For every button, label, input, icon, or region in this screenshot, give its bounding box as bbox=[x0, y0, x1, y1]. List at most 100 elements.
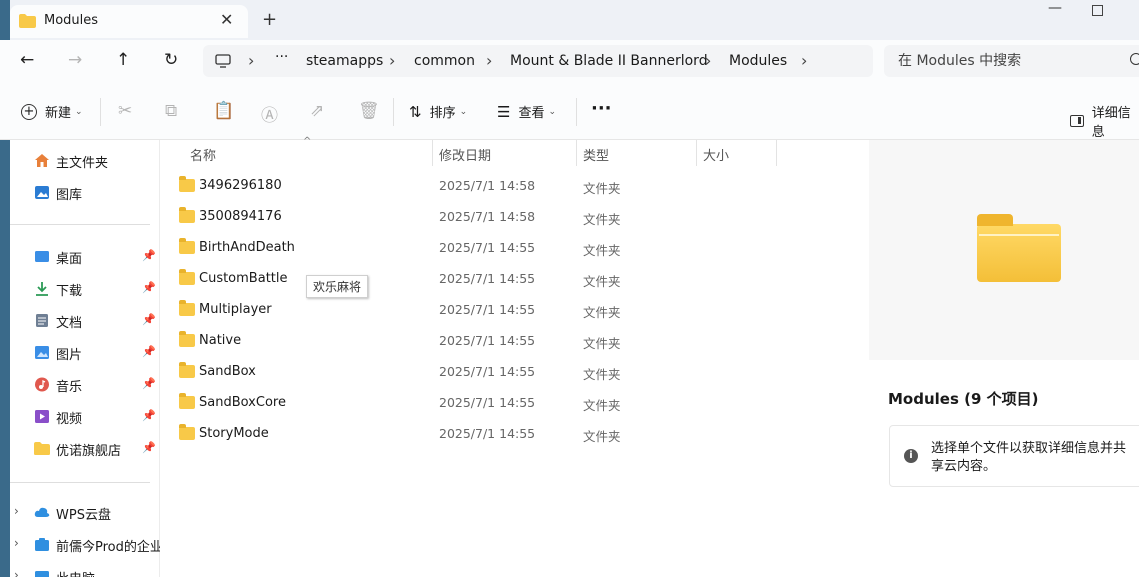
column-separator[interactable] bbox=[576, 140, 577, 166]
column-separator[interactable] bbox=[696, 140, 697, 166]
close-tab-icon[interactable]: ✕ bbox=[220, 10, 233, 29]
details-title: Modules (9 个项目) bbox=[888, 390, 1039, 408]
item-type: 文件夹 bbox=[583, 367, 621, 382]
sidebar-item-desktop[interactable]: 桌面 📌 bbox=[10, 244, 160, 270]
item-name: 3496296180 bbox=[199, 178, 282, 193]
chevron-right-icon: › bbox=[389, 51, 396, 70]
chevron-right-icon: › bbox=[486, 51, 493, 70]
breadcrumb[interactable]: › ··· steamapps › common › Mount & Blade… bbox=[203, 45, 873, 77]
video-icon bbox=[35, 410, 49, 423]
list-item[interactable]: 3500894176 2025/7/1 14:58 文件夹 bbox=[160, 202, 867, 233]
column-header-size[interactable]: 大小 bbox=[703, 145, 729, 164]
sidebar-item-wps-cloud[interactable]: › WPS云盘 bbox=[10, 500, 160, 526]
item-name: Multiplayer bbox=[199, 302, 272, 317]
rename-icon[interactable]: Ⓐ bbox=[261, 101, 278, 126]
folder-icon bbox=[179, 300, 195, 316]
list-item[interactable]: CustomBattle 2025/7/1 14:55 文件夹 bbox=[160, 264, 867, 295]
tab-modules[interactable]: Modules ✕ bbox=[10, 5, 248, 38]
navigation-pane: 主文件夹 图库 桌面 📌 下载 📌 文档 📌 图片 📌 音乐 📌 视频 📌 优诺… bbox=[10, 140, 163, 577]
list-item[interactable]: Multiplayer 2025/7/1 14:55 文件夹 bbox=[160, 295, 867, 326]
column-header-name[interactable]: 名称 ^ bbox=[160, 136, 432, 166]
item-date: 2025/7/1 14:55 bbox=[439, 364, 536, 379]
sidebar-item-label: WPS云盘 bbox=[56, 508, 111, 523]
folder-icon bbox=[179, 362, 195, 378]
item-name: 3500894176 bbox=[199, 209, 282, 224]
breadcrumb-common[interactable]: common bbox=[414, 53, 475, 69]
paste-icon[interactable]: 📋 bbox=[213, 101, 234, 121]
pictures-icon bbox=[35, 346, 49, 359]
desktop-icon bbox=[35, 251, 49, 262]
command-bar: + 新建 ⌄ ✂ ⧉ 📋 Ⓐ ⇗ 🗑 ⇅ 排序 ⌄ ☰ 查看 ⌄ ··· 详细信… bbox=[0, 84, 1139, 140]
item-date: 2025/7/1 14:58 bbox=[439, 209, 536, 224]
list-item[interactable]: StoryMode 2025/7/1 14:55 文件夹 bbox=[160, 419, 867, 450]
cut-icon[interactable]: ✂ bbox=[118, 101, 132, 121]
sidebar-item-documents[interactable]: 文档 📌 bbox=[10, 308, 160, 334]
forward-icon[interactable]: → bbox=[68, 50, 82, 70]
sidebar-item-this-pc[interactable]: › 此电脑 bbox=[10, 564, 160, 577]
sidebar-item-home[interactable]: 主文件夹 bbox=[10, 148, 160, 174]
item-name: StoryMode bbox=[199, 426, 269, 441]
folder-icon bbox=[179, 207, 195, 223]
breadcrumb-overflow[interactable]: ··· bbox=[275, 49, 288, 65]
share-icon[interactable]: ⇗ bbox=[310, 101, 324, 121]
sidebar-item-downloads[interactable]: 下载 📌 bbox=[10, 276, 160, 302]
new-button[interactable]: + 新建 ⌄ bbox=[21, 102, 83, 121]
details-pane: Modules (9 个项目) i 选择单个文件以获取详细信息并共享云内容。 bbox=[867, 140, 1139, 577]
maximize-icon[interactable] bbox=[1092, 5, 1103, 16]
item-type: 文件夹 bbox=[583, 305, 621, 320]
chevron-down-icon: ⌄ bbox=[548, 106, 557, 117]
delete-icon[interactable]: 🗑 bbox=[358, 101, 380, 121]
sidebar-item-videos[interactable]: 视频 📌 bbox=[10, 404, 160, 430]
chevron-right-icon[interactable]: › bbox=[14, 536, 19, 550]
copy-icon[interactable]: ⧉ bbox=[165, 101, 177, 121]
list-item[interactable]: Native 2025/7/1 14:55 文件夹 bbox=[160, 326, 867, 357]
enterprise-icon bbox=[35, 538, 49, 551]
info-message: i 选择单个文件以获取详细信息并共享云内容。 bbox=[889, 425, 1139, 487]
item-date: 2025/7/1 14:55 bbox=[439, 426, 536, 441]
address-bar: ← → ↑ ↻ › ··· steamapps › common › Mount… bbox=[0, 40, 1139, 84]
list-item[interactable]: BirthAndDeath 2025/7/1 14:55 文件夹 bbox=[160, 233, 867, 264]
list-view-icon: ☰ bbox=[497, 102, 511, 121]
sort-button[interactable]: ⇅ 排序 ⌄ bbox=[409, 102, 467, 122]
pin-icon: 📌 bbox=[142, 409, 156, 422]
sidebar-item-label: 视频 bbox=[56, 412, 83, 427]
sidebar-item-gallery[interactable]: 图库 bbox=[10, 180, 160, 206]
home-icon bbox=[35, 154, 49, 167]
minimize-icon[interactable]: — bbox=[1048, 0, 1062, 16]
details-pane-button[interactable]: 详细信息 bbox=[1070, 102, 1139, 140]
chevron-down-icon: ⌄ bbox=[75, 106, 83, 117]
sidebar-item-label: 图片 bbox=[56, 348, 83, 363]
column-header-date[interactable]: 修改日期 bbox=[439, 145, 491, 164]
file-list: 名称 ^ 修改日期 类型 大小 3496296180 2025/7/1 14:5… bbox=[160, 136, 867, 577]
chevron-right-icon[interactable]: › bbox=[14, 504, 19, 518]
list-item[interactable]: SandBoxCore 2025/7/1 14:55 文件夹 bbox=[160, 388, 867, 419]
item-date: 2025/7/1 14:55 bbox=[439, 240, 536, 255]
more-options-button[interactable]: ··· bbox=[591, 98, 612, 119]
list-item[interactable]: SandBox 2025/7/1 14:55 文件夹 bbox=[160, 357, 867, 388]
breadcrumb-bannerlord[interactable]: Mount & Blade II Bannerlord bbox=[510, 53, 708, 69]
divider bbox=[10, 482, 150, 483]
list-item[interactable]: 3496296180 2025/7/1 14:58 文件夹 bbox=[160, 171, 867, 202]
view-button[interactable]: ☰ 查看 ⌄ bbox=[497, 102, 557, 122]
chevron-right-icon[interactable]: › bbox=[14, 568, 19, 577]
search-icon[interactable] bbox=[1130, 53, 1139, 65]
new-label: 新建 bbox=[45, 106, 72, 121]
sidebar-item-music[interactable]: 音乐 📌 bbox=[10, 372, 160, 398]
sidebar-item-pictures[interactable]: 图片 📌 bbox=[10, 340, 160, 366]
column-header-type[interactable]: 类型 bbox=[583, 145, 609, 164]
column-separator[interactable] bbox=[432, 140, 433, 166]
sidebar-item-enterprise[interactable]: › 前儒今Prod的企业 bbox=[10, 532, 163, 558]
folder-icon bbox=[179, 238, 195, 254]
column-separator[interactable] bbox=[776, 140, 777, 166]
breadcrumb-steamapps[interactable]: steamapps bbox=[306, 53, 383, 69]
sidebar-item-label: 图库 bbox=[56, 188, 83, 203]
item-name: SandBoxCore bbox=[199, 395, 286, 410]
item-type: 文件夹 bbox=[583, 181, 621, 196]
up-icon[interactable]: ↑ bbox=[116, 50, 130, 70]
back-icon[interactable]: ← bbox=[20, 50, 34, 70]
search-input[interactable] bbox=[884, 45, 1139, 77]
refresh-icon[interactable]: ↻ bbox=[164, 50, 178, 70]
breadcrumb-modules[interactable]: Modules bbox=[729, 53, 787, 69]
new-tab-button[interactable]: + bbox=[262, 9, 277, 30]
sidebar-item-store-folder[interactable]: 优诺旗舰店 📌 bbox=[10, 436, 160, 462]
